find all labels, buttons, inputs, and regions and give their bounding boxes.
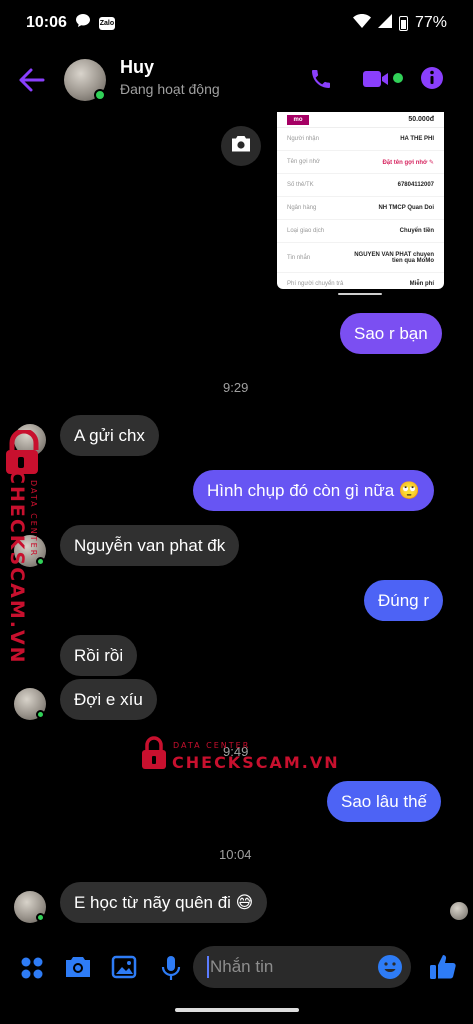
watermark-center-brand: CHECKSCAM.VN xyxy=(172,753,340,772)
receipt-row: Tên gợi nhớ Đặt tên gợi nhớ ✎ xyxy=(277,151,444,174)
message-composer: Nhắn tin xyxy=(0,944,473,992)
online-indicator xyxy=(36,710,45,719)
online-indicator xyxy=(94,89,106,101)
receipt-amount: 50.000đ xyxy=(408,116,434,123)
more-actions-icon[interactable] xyxy=(20,956,44,985)
outgoing-message[interactable]: Sao r bạn xyxy=(340,313,442,354)
zalo-notification-icon: Zalo xyxy=(98,16,115,30)
receipt-row: Ngân hàng NH TMCP Quan Doi xyxy=(277,197,444,220)
video-call-icon[interactable] xyxy=(362,67,392,96)
watermark-center-lock-icon xyxy=(140,735,168,776)
outgoing-message[interactable]: Sao lâu thế xyxy=(327,781,442,822)
receipt-row: Người nhận HA THE PHI xyxy=(277,128,444,151)
camera-icon xyxy=(231,135,251,157)
info-icon[interactable] xyxy=(420,66,444,95)
wifi-icon xyxy=(352,13,371,33)
receipt-row: Loại giao dịch Chuyển tiền xyxy=(277,220,444,243)
phone-call-icon[interactable] xyxy=(309,67,333,96)
video-online-indicator xyxy=(393,73,403,83)
message-input-placeholder: Nhắn tin xyxy=(210,957,274,976)
seen-receipt-avatar xyxy=(450,902,468,920)
contact-status: Đang hoạt động xyxy=(120,81,220,97)
message-timestamp: 9:29 xyxy=(223,380,249,395)
receipt-row: Phí người chuyển trả Miễn phí xyxy=(277,273,444,289)
microphone-icon[interactable] xyxy=(160,955,182,986)
system-home-indicator[interactable] xyxy=(175,1008,299,1012)
outgoing-message[interactable]: Đúng r xyxy=(364,580,444,621)
contact-name[interactable]: Huy xyxy=(120,57,154,78)
receipt-row: Số thẻ/TK 67804112007 xyxy=(277,174,444,197)
battery-level: 77% xyxy=(414,14,447,31)
like-thumbs-up-icon[interactable] xyxy=(428,952,458,987)
status-bar: 10:06 Zalo 77% xyxy=(0,0,473,46)
camera-icon[interactable] xyxy=(64,955,92,984)
incoming-message[interactable]: A gửi chx xyxy=(60,415,159,456)
shared-receipt-image[interactable]: mo 50.000đ Người nhận HA THE PHI Tên gợi … xyxy=(277,112,444,289)
battery-icon xyxy=(398,15,408,31)
momo-logo: mo xyxy=(287,114,309,125)
incoming-message[interactable]: E học từ nãy quên đi 😅 xyxy=(60,882,268,923)
incoming-message[interactable]: Rồi rồi xyxy=(60,635,138,676)
message-timestamp: 10:04 xyxy=(219,847,252,862)
text-caret xyxy=(207,956,209,978)
camera-shortcut-button[interactable] xyxy=(221,126,261,166)
image-scroll-indicator xyxy=(338,293,382,295)
outgoing-message[interactable]: Hình chụp đó còn gì nữa 🙄 xyxy=(193,470,435,511)
watermark-sub-vertical: DATA CENTER xyxy=(29,480,38,558)
incoming-message[interactable]: Đợi e xíu xyxy=(60,679,157,720)
receipt-row: Tin nhắn NGUYEN VAN PHAT chuyen tien qua … xyxy=(277,243,444,273)
emoji-icon[interactable] xyxy=(377,954,403,985)
chat-bubble-notification-icon xyxy=(75,13,91,33)
signal-icon xyxy=(377,13,392,33)
incoming-message[interactable]: Nguyễn van phat đk xyxy=(60,525,240,566)
receipt-header: mo 50.000đ xyxy=(277,112,444,128)
online-indicator xyxy=(36,913,45,922)
watermark-center-sub: DATA CENTER xyxy=(173,741,251,750)
back-arrow-icon[interactable] xyxy=(18,67,46,93)
conversation-header: Huy Đang hoạt động xyxy=(0,50,473,110)
watermark-brand-vertical: CHECKSCAM.VN xyxy=(6,470,28,665)
status-time: 10:06 xyxy=(26,14,67,31)
gallery-icon[interactable] xyxy=(111,955,137,984)
